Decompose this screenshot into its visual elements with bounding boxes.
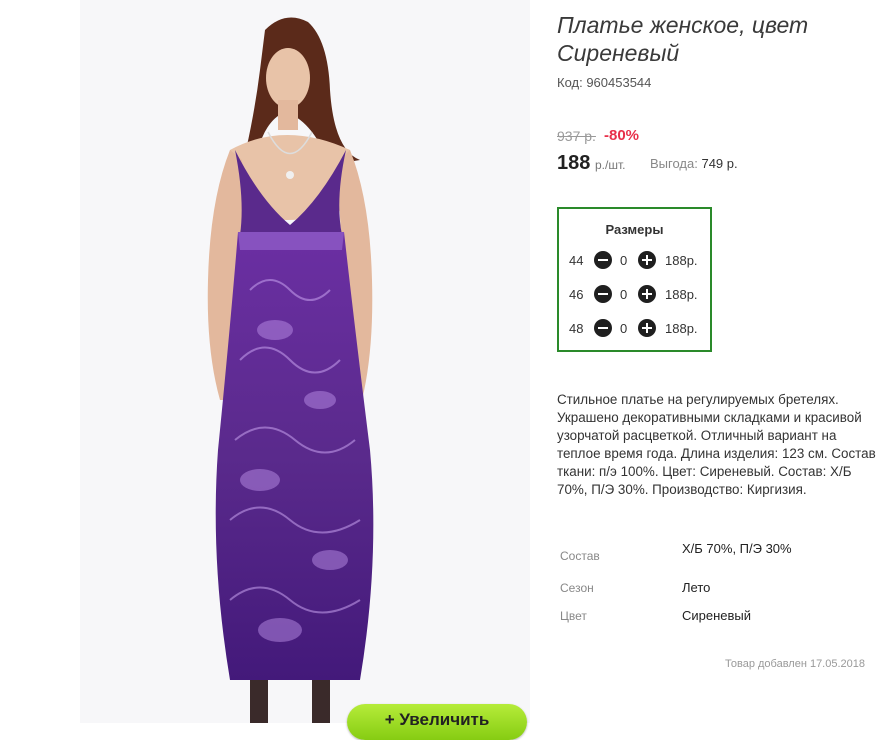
product-code: Код: 960453544 — [557, 75, 652, 90]
product-description: Стильное платье на регулируемых бретелях… — [557, 392, 876, 497]
size-price: 188р. — [665, 321, 698, 336]
size-quantity[interactable]: 0 — [620, 321, 627, 336]
zoom-button[interactable]: + Увеличить — [347, 704, 527, 740]
size-quantity[interactable]: 0 — [620, 253, 627, 268]
property-label: Состав — [560, 549, 600, 563]
plus-circle-icon[interactable] — [638, 285, 656, 303]
property-value: Х/Б 70%, П/Э 30% — [682, 541, 792, 556]
dress-model-image — [207, 17, 374, 723]
size-row-44: 44 0 188р. — [569, 251, 709, 271]
sizes-panel: Размеры 44 0 188р. 46 0 188р. 48 0 188р. — [557, 207, 712, 352]
size-label: 44 — [569, 253, 584, 268]
discount-badge: -80% — [604, 127, 640, 144]
added-date: Товар добавлен 17.05.2018 — [725, 658, 866, 670]
minus-circle-icon[interactable] — [594, 251, 612, 269]
size-price: 188р. — [665, 287, 698, 302]
product-title: Платье женское, цвет Сиреневый — [557, 12, 809, 66]
minus-circle-icon[interactable] — [594, 285, 612, 303]
saving: Выгода: 749 р. — [650, 156, 738, 171]
size-row-46: 46 0 188р. — [569, 285, 709, 305]
property-value: Сиреневый — [682, 608, 752, 623]
size-quantity[interactable]: 0 — [620, 287, 627, 302]
sizes-title: Размеры — [605, 222, 664, 237]
size-price: 188р. — [665, 253, 698, 268]
property-label: Цвет — [560, 609, 587, 623]
product-photo[interactable] — [80, 0, 530, 723]
plus-circle-icon[interactable] — [638, 251, 656, 269]
saving-value: 749 р. — [701, 156, 738, 171]
size-label: 46 — [569, 287, 584, 302]
property-label: Сезон — [560, 581, 594, 595]
plus-circle-icon[interactable] — [638, 319, 656, 337]
size-row-48: 48 0 188р. — [569, 319, 709, 339]
saving-label: Выгода: — [650, 156, 698, 171]
size-label: 48 — [569, 321, 584, 336]
property-value: Лето — [682, 580, 711, 595]
old-price: 937 р. — [557, 128, 596, 144]
price-unit: р./шт. — [595, 158, 626, 172]
minus-circle-icon[interactable] — [594, 319, 612, 337]
current-price: 188 — [557, 152, 591, 174]
